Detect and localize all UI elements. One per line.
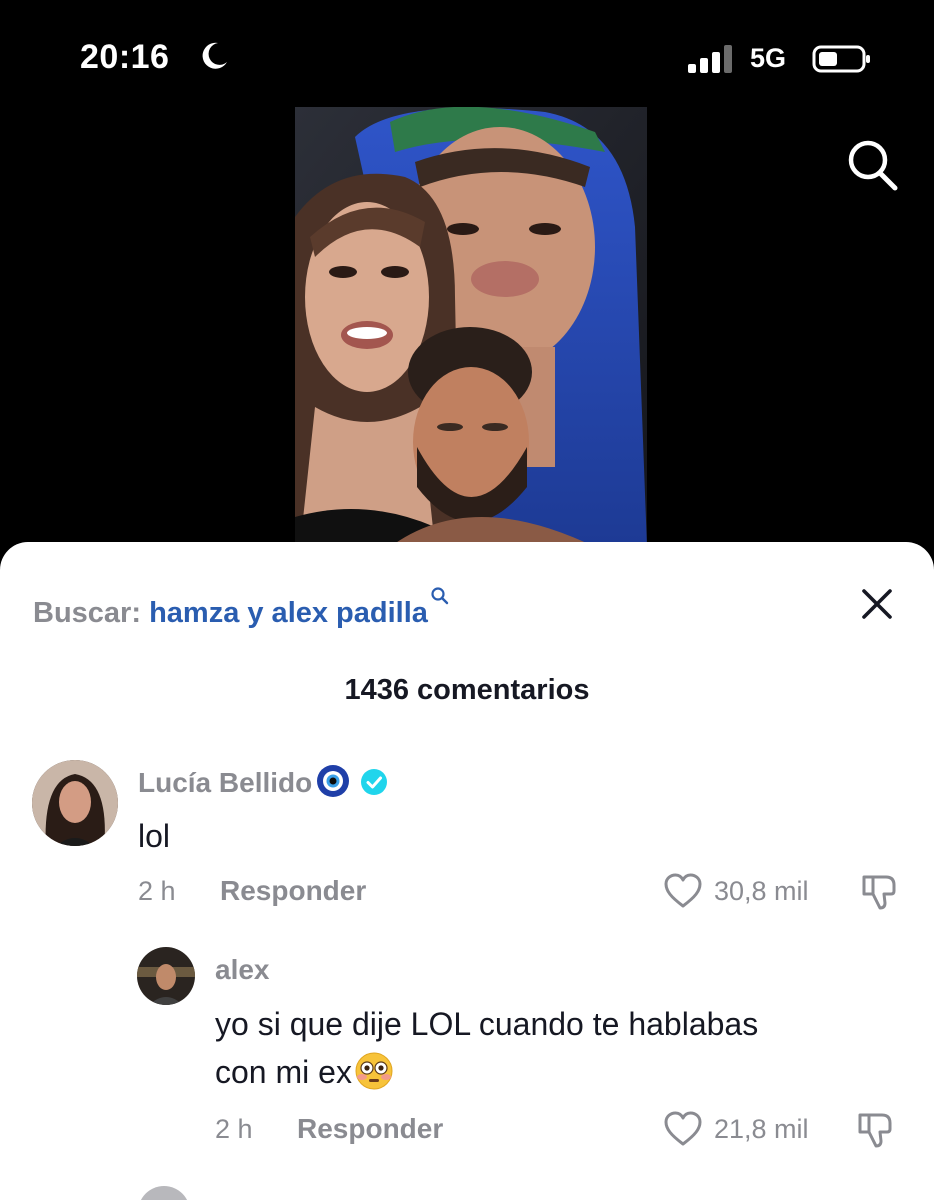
avatar[interactable]: [32, 760, 118, 846]
search-suggestion[interactable]: Buscar: hamza y alex padilla: [33, 586, 450, 630]
search-icon[interactable]: [844, 138, 900, 192]
reply-button[interactable]: Responder: [220, 875, 366, 907]
username-text: Lucía Bellido: [138, 767, 313, 798]
video-frame-illustration: [295, 107, 647, 547]
heart-icon[interactable]: [663, 1110, 703, 1148]
reply-text-line-1: yo si que dije LOL cuando te hablabas: [215, 1006, 759, 1042]
network-type: 5G: [750, 43, 787, 73]
comment-time: 2 h: [138, 876, 176, 906]
search-prefix: Buscar:: [33, 597, 141, 629]
comment-text: lol: [138, 818, 171, 854]
reply-time: 2 h: [215, 1114, 253, 1144]
avatar[interactable]: [137, 947, 195, 1005]
battery-icon: [812, 45, 870, 73]
video-thumbnail[interactable]: [295, 107, 647, 547]
dislike-icon[interactable]: [860, 872, 902, 912]
search-query-link[interactable]: hamza y alex padilla: [149, 597, 428, 629]
nazar-eye-emoji: [317, 765, 350, 797]
dislike-icon[interactable]: [856, 1110, 898, 1150]
verified-icon: [361, 769, 388, 795]
comments-sheet: Buscar: hamza y alex padilla 1436 coment…: [0, 542, 934, 1200]
comment-username[interactable]: Lucía Bellido: [138, 764, 388, 799]
signal-icon: [688, 45, 732, 73]
reply-username[interactable]: alex: [215, 954, 270, 986]
flushed-face-emoji: [355, 1052, 393, 1090]
reply-button[interactable]: Responder: [297, 1113, 443, 1145]
status-time: 20:16: [80, 38, 170, 76]
comment-count: 1436 comentarios: [344, 674, 590, 706]
like-count: 21,8 mil: [714, 1114, 809, 1144]
search-mini-icon: [431, 587, 449, 605]
reply-text-line-2: con mi ex: [215, 1048, 758, 1096]
moon-icon: [202, 42, 227, 69]
heart-icon[interactable]: [663, 872, 703, 910]
reply-text: yo si que dije LOL cuando te hablabas co…: [215, 1000, 758, 1096]
reply-text-line-2-text: con mi ex: [215, 1054, 352, 1090]
close-icon[interactable]: [857, 584, 897, 624]
avatar[interactable]: [138, 1186, 190, 1200]
avatar-image: [137, 947, 195, 1005]
like-count: 30,8 mil: [714, 876, 809, 906]
avatar-image: [32, 760, 118, 846]
